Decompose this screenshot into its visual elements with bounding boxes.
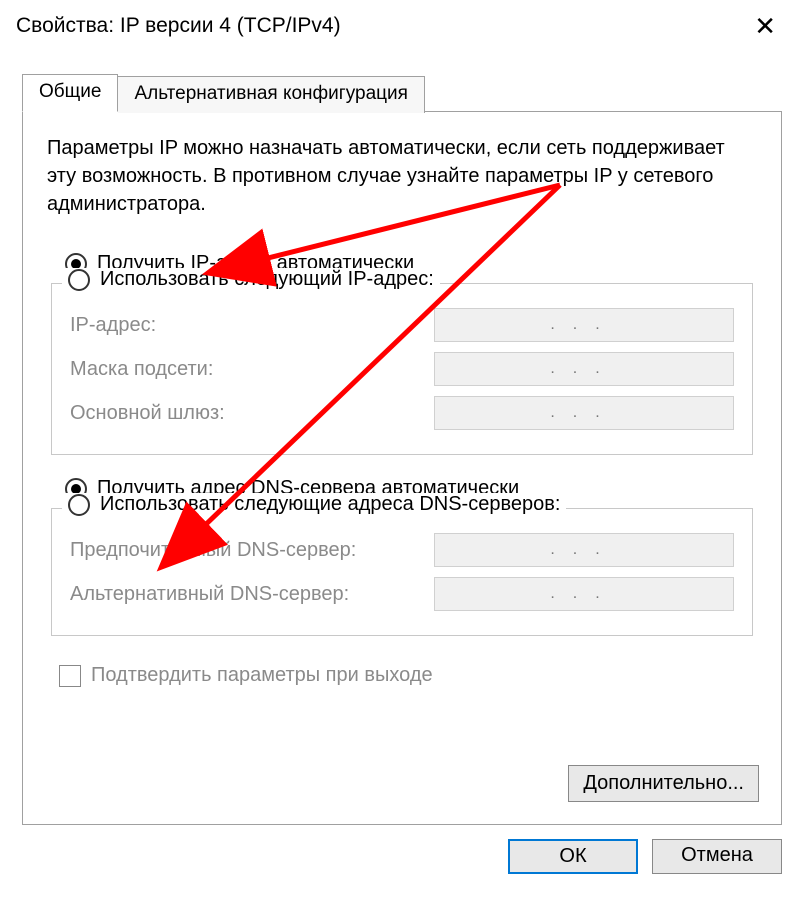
label-validate: Подтвердить параметры при выходе <box>91 664 433 687</box>
field-ip-address: IP-адрес: ... <box>70 308 734 342</box>
titlebar: Свойства: IP версии 4 (TCP/IPv4) ✕ <box>0 0 796 50</box>
input-dns-alternate[interactable]: ... <box>434 577 734 611</box>
input-ip-address[interactable]: ... <box>434 308 734 342</box>
field-dns-alternate: Альтернативный DNS-сервер: ... <box>70 577 734 611</box>
cancel-button[interactable]: Отмена <box>652 839 782 874</box>
field-subnet-mask: Маска подсети: ... <box>70 352 734 386</box>
tab-panel-general: Параметры IP можно назначать автоматичес… <box>22 111 782 825</box>
dialog-buttons: ОК Отмена <box>0 839 782 874</box>
description-text: Параметры IP можно назначать автоматичес… <box>47 134 757 218</box>
radio-ip-manual-row[interactable]: Использовать следующий IP-адрес: <box>62 268 440 291</box>
field-dns-preferred: Предпочитаемый DNS-сервер: ... <box>70 533 734 567</box>
field-default-gateway: Основной шлюз: ... <box>70 396 734 430</box>
tab-general[interactable]: Общие <box>22 74 118 112</box>
fieldset-dns-manual: Использовать следующие адреса DNS-сервер… <box>51 508 753 636</box>
radio-dns-manual[interactable] <box>68 494 90 516</box>
label-ip-address: IP-адрес: <box>70 314 156 337</box>
validate-row[interactable]: Подтвердить параметры при выходе <box>59 664 757 687</box>
label-dns-alternate: Альтернативный DNS-сервер: <box>70 583 349 606</box>
radio-dns-manual-row[interactable]: Использовать следующие адреса DNS-сервер… <box>62 493 566 516</box>
ok-button[interactable]: ОК <box>508 839 638 874</box>
radio-dns-manual-label: Использовать следующие адреса DNS-сервер… <box>100 493 560 516</box>
fieldset-ip-manual: Использовать следующий IP-адрес: IP-адре… <box>51 283 753 455</box>
checkbox-validate[interactable] <box>59 665 81 687</box>
radio-ip-manual[interactable] <box>68 269 90 291</box>
window-title: Свойства: IP версии 4 (TCP/IPv4) <box>16 14 341 38</box>
label-subnet-mask: Маска подсети: <box>70 358 213 381</box>
advanced-button[interactable]: Дополнительно... <box>568 765 759 802</box>
input-dns-preferred[interactable]: ... <box>434 533 734 567</box>
input-subnet-mask[interactable]: ... <box>434 352 734 386</box>
label-dns-preferred: Предпочитаемый DNS-сервер: <box>70 539 356 562</box>
input-default-gateway[interactable]: ... <box>434 396 734 430</box>
close-icon[interactable]: ✕ <box>746 11 784 42</box>
radio-ip-manual-label: Использовать следующий IP-адрес: <box>100 268 434 291</box>
label-default-gateway: Основной шлюз: <box>70 402 225 425</box>
tab-strip: Общие Альтернативная конфигурация <box>22 74 796 111</box>
tab-alternate[interactable]: Альтернативная конфигурация <box>118 76 424 113</box>
